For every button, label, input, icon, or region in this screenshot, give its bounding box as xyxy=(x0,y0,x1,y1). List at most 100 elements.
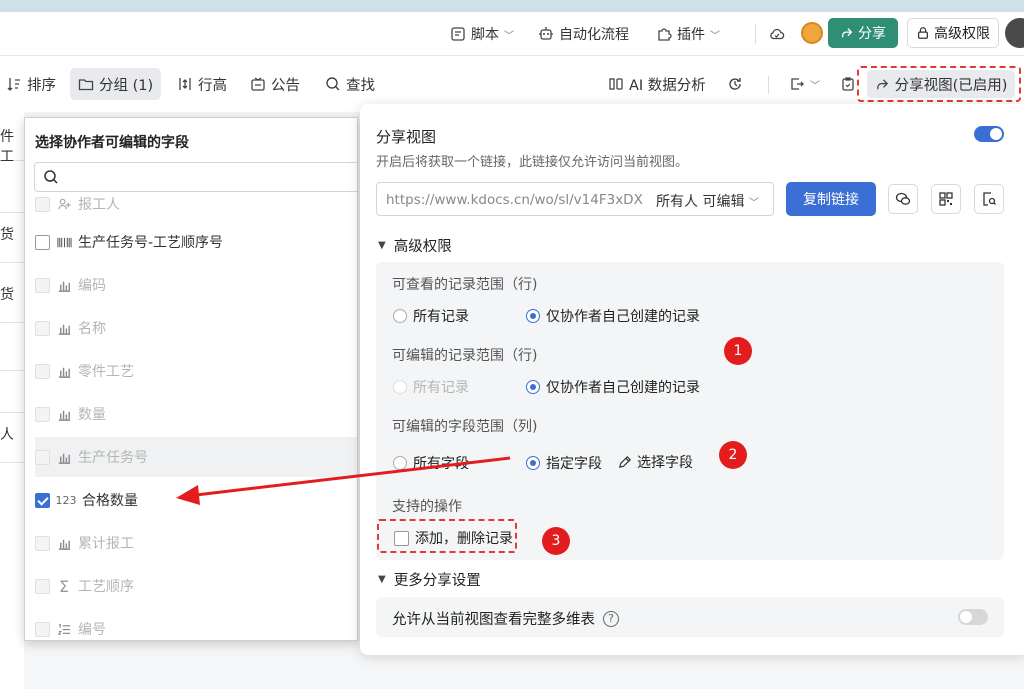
share-view-toggle[interactable] xyxy=(974,126,1004,142)
share-view-button[interactable]: 分享视图(已启用) xyxy=(867,70,1015,98)
share-button[interactable]: 分享 xyxy=(828,18,898,48)
full-table-toggle[interactable] xyxy=(958,609,988,625)
field-row[interactable]: 123 合格数量 xyxy=(35,480,355,520)
bar-chart-icon xyxy=(56,320,72,336)
field-label: 工艺顺序 xyxy=(78,579,134,595)
field-row[interactable]: 生产任务号-工艺顺序号 xyxy=(35,222,355,262)
view-own-records-option[interactable]: 仅协作者自己创建的记录 xyxy=(526,306,700,326)
wechat-icon xyxy=(895,192,911,205)
advanced-permission-header[interactable]: ▼ 高级权限 xyxy=(378,235,452,256)
toggle-knob xyxy=(960,611,972,623)
search-icon xyxy=(326,77,340,91)
row-height-icon xyxy=(179,78,191,90)
add-delete-records-option[interactable]: 添加，删除记录 xyxy=(394,528,513,548)
grid-cell-text: 货 xyxy=(0,227,14,243)
field-checkbox xyxy=(35,277,50,293)
radio[interactable] xyxy=(393,456,407,470)
pick-fields-button[interactable]: 选择字段 xyxy=(617,452,693,472)
view-all-records-option[interactable]: 所有记录 xyxy=(393,306,469,326)
share-link-field[interactable]: https://www.kdocs.cn/wo/sl/v14F3xDX 所有人 … xyxy=(376,182,774,216)
field-checkbox xyxy=(35,578,50,594)
group-button[interactable]: 分组 (1) xyxy=(70,68,162,100)
field-label: 编码 xyxy=(78,278,106,294)
user-avatar[interactable] xyxy=(1005,18,1024,48)
link-permission-label: 所有人 可编辑 xyxy=(656,194,745,210)
edit-own-records-option[interactable]: 仅协作者自己创建的记录 xyxy=(526,377,700,397)
annotation-badge-3: 3 xyxy=(542,527,570,555)
radio-selected[interactable] xyxy=(526,309,540,323)
cloud-check-icon xyxy=(770,28,785,40)
chevron-down-icon: ﹀ xyxy=(710,30,720,42)
more-settings-header[interactable]: ▼ 更多分享设置 xyxy=(378,569,481,590)
row-height-label: 行高 xyxy=(198,77,227,94)
more-settings-title: 更多分享设置 xyxy=(393,573,481,589)
puzzle-icon xyxy=(658,28,672,41)
wechat-share-button[interactable] xyxy=(888,184,918,214)
row-height-button[interactable]: 行高 xyxy=(177,68,227,100)
script-menu[interactable]: 脚本 ﹀ xyxy=(450,12,514,56)
qrcode-button[interactable] xyxy=(931,184,961,214)
chevron-down-icon: ﹀ xyxy=(810,80,820,92)
numbered-list-icon xyxy=(56,621,72,637)
field-checkbox xyxy=(35,196,50,212)
annotation-badge-1: 1 xyxy=(724,337,752,365)
chevron-down-icon: ﹀ xyxy=(748,198,759,209)
copy-link-button[interactable]: 复制链接 xyxy=(786,182,876,216)
radio-selected[interactable] xyxy=(526,456,540,470)
option-label: 添加，删除记录 xyxy=(415,531,513,547)
clipboard-button[interactable] xyxy=(840,68,856,100)
option-label: 所有字段 xyxy=(413,456,469,472)
specified-fields-option[interactable]: 指定字段 xyxy=(526,453,602,473)
script-label: 脚本 xyxy=(471,27,499,43)
triangle-down-icon: ▼ xyxy=(378,574,386,585)
ai-analysis-button[interactable]: AI 数据分析 xyxy=(608,68,706,100)
advanced-permission-button[interactable]: 高级权限 xyxy=(907,18,999,48)
help-icon[interactable]: ? xyxy=(603,610,619,627)
full-table-label: 允许从当前视图查看完整多维表 xyxy=(392,612,595,628)
add-delete-checkbox[interactable] xyxy=(394,530,409,546)
radio-selected[interactable] xyxy=(526,380,540,394)
edit-all-records-option: 所有记录 xyxy=(393,377,469,397)
automation-menu[interactable]: 自动化流程 xyxy=(538,12,629,56)
share-view-label: 分享视图(已启用) xyxy=(894,77,1008,94)
radio[interactable] xyxy=(393,309,407,323)
avatar[interactable] xyxy=(801,22,823,44)
link-permission-select[interactable]: 所有人 可编辑 ﹀ xyxy=(656,191,759,211)
export-button[interactable]: ﹀ xyxy=(789,68,820,100)
field-row: 数量 xyxy=(35,394,355,434)
divider xyxy=(768,76,769,94)
group-label: 分组 (1) xyxy=(99,77,154,94)
field-row: 生产任务号 xyxy=(35,437,357,477)
field-checkbox[interactable] xyxy=(35,234,50,250)
share-icon xyxy=(876,78,888,89)
search-icon xyxy=(44,170,58,184)
window-top-strip xyxy=(0,0,1024,12)
preview-button[interactable] xyxy=(974,184,1004,214)
pencil-icon xyxy=(618,455,631,468)
plugin-menu[interactable]: 插件 ﹀ xyxy=(656,12,720,56)
sort-icon xyxy=(7,78,20,91)
field-checkbox-checked[interactable] xyxy=(35,492,50,508)
all-fields-option[interactable]: 所有字段 xyxy=(393,453,469,473)
notice-button[interactable]: 公告 xyxy=(250,68,300,100)
script-icon xyxy=(451,27,465,41)
barcode-icon xyxy=(56,234,72,250)
field-label: 数量 xyxy=(78,407,106,423)
sort-label: 排序 xyxy=(27,77,56,94)
cloud-sync-button[interactable] xyxy=(769,12,785,56)
robot-icon xyxy=(539,27,553,40)
find-button[interactable]: 查找 xyxy=(325,68,375,100)
field-label: 累计报工 xyxy=(78,536,134,552)
field-checkbox xyxy=(35,320,50,336)
automation-label: 自动化流程 xyxy=(559,27,629,43)
plugin-label: 插件 xyxy=(677,27,705,43)
field-label: 编号 xyxy=(78,622,106,638)
preview-icon xyxy=(983,192,996,206)
sort-button[interactable]: 排序 xyxy=(6,68,56,100)
grid-cell-text: 货 xyxy=(0,287,14,303)
share-view-subtitle: 开启后将获取一个链接，此链接仅允许访问当前视图。 xyxy=(376,155,689,170)
top-bar: 脚本 ﹀ 自动化流程 插件 ﹀ 分享 高级权限 xyxy=(0,12,1024,56)
history-button[interactable] xyxy=(727,68,743,100)
chevron-down-icon: ﹀ xyxy=(504,30,514,42)
notice-icon xyxy=(251,77,265,91)
